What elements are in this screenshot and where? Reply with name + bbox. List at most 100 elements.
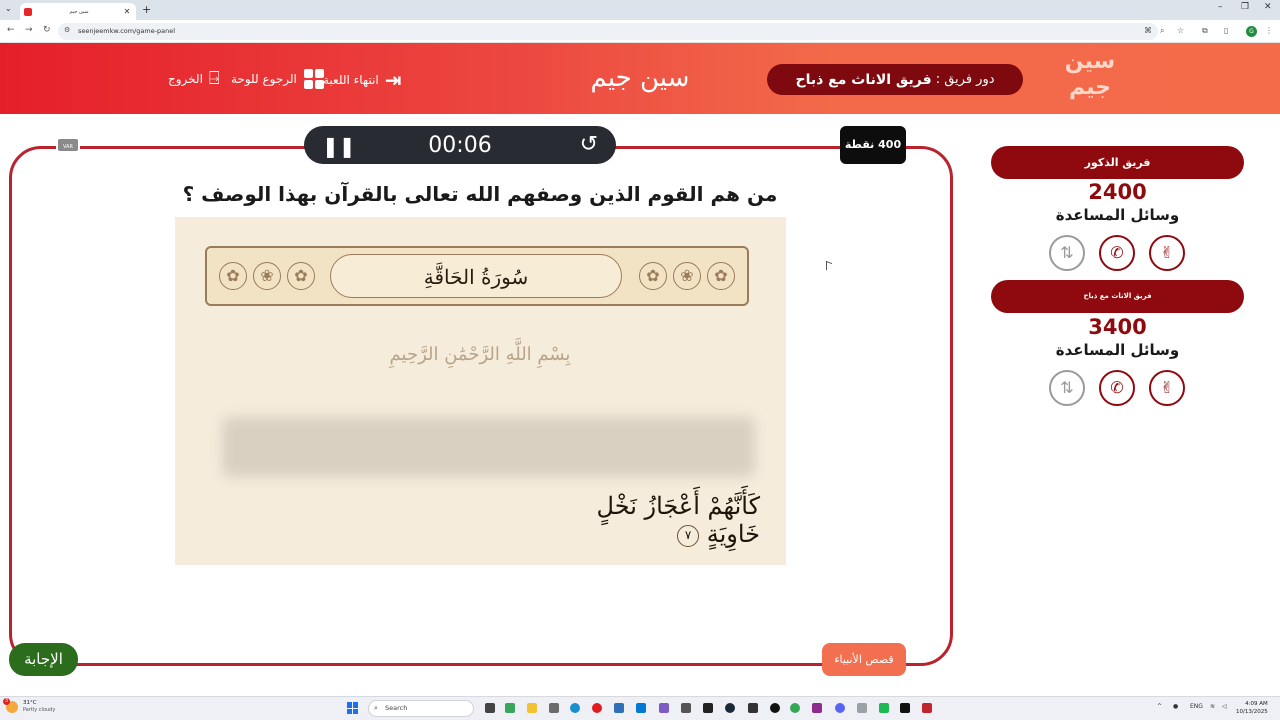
points-badge: 400 نقطة [840,126,906,164]
back-to-board-button[interactable]: الرجوع للوحة [231,68,325,90]
app-icon[interactable] [659,703,669,713]
taskbar-search[interactable]: ⌕ Search [368,700,474,717]
team-score-1: 2400 [1088,180,1147,204]
translate-icon[interactable]: ⌘ [1144,26,1152,35]
window-close-icon[interactable]: ✕ [1264,2,1272,12]
app-icon[interactable] [681,703,691,713]
language-indicator[interactable]: ENG [1190,703,1203,710]
terminal-icon[interactable] [703,703,713,713]
app-icon[interactable] [636,703,646,713]
url-text: seenjeemkw.com/game-panel [78,27,176,35]
app-icon[interactable] [812,703,822,713]
end-game-label: انتهاء اللعبة [323,73,379,87]
question-image: ✿ ❀ ✿ سُورَةُ الحَاقَّةِ ✿ ❀ ✿ بِسْمِ ال… [175,217,786,565]
aids-label-1: وسائل المساعدة [1055,206,1180,224]
app-icon[interactable] [505,703,515,713]
app-icon[interactable] [748,703,758,713]
team-score-2: 3400 [1088,315,1147,339]
aids-label-2: وسائل المساعدة [1055,341,1180,359]
browser-tab[interactable]: سين جيم ✕ [20,3,136,20]
menu-dots-icon[interactable]: ⋮ [1265,26,1273,35]
turn-indicator: دور فريق : فريق الاناث مع ذباح [767,64,1023,95]
minimize-icon[interactable]: – [1218,2,1223,12]
browser-tabstrip: ⌄ سين جيم ✕ + – ❐ ✕ [0,0,1280,20]
weather-desc: Partly cloudy [23,707,56,713]
wifi-icon[interactable]: ≋ [1210,703,1215,710]
ornament-icon: ✿ [287,262,315,290]
app-icon[interactable] [770,703,780,713]
answer-button[interactable]: الإجابة [9,643,78,676]
app-icon[interactable] [549,703,559,713]
app-icon[interactable] [857,703,867,713]
address-bar[interactable]: ⚙ seenjeemkw.com/game-panel [58,23,1158,40]
double-points-aid-icon[interactable]: ✌ [1149,235,1185,271]
switch-aid-icon[interactable]: ⇅ [1049,235,1085,271]
maximize-icon[interactable]: ❐ [1241,2,1249,12]
ornament-icon: ✿ [639,262,667,290]
zoom-icon[interactable]: ⌕ [1160,26,1164,36]
turn-team: فريق الاناث مع ذباح [795,71,932,88]
switch-aid-icon[interactable]: ⇅ [1049,370,1085,406]
exit-button[interactable]: ⍈ الخروج [168,68,220,89]
exit-door-icon: ⍈ [208,68,220,89]
end-game-icon: ⇥ [384,68,402,92]
ornament-icon: ✿ [707,262,735,290]
end-game-button[interactable]: ⇥ انتهاء اللعبة [323,68,402,92]
task-view-icon[interactable] [485,703,495,713]
app-icon[interactable] [614,703,624,713]
weather-temp: 31°C [23,700,37,706]
bookmark-star-icon[interactable]: ☆ [1177,26,1184,35]
app-icon[interactable] [879,703,889,713]
call-friend-aid-icon[interactable]: ✆ [1099,370,1135,406]
category-button[interactable]: قصص الأنبياء [822,643,906,676]
reload-icon[interactable]: ↻ [43,25,51,35]
discord-icon[interactable] [835,703,845,713]
verse-text: كَأَنَّهُمْ أَعْجَازُ نَخْلٍ خَاوِيَةٍ ٧ [545,492,760,548]
browser-toolbar: ← → ↻ ⚙ seenjeemkw.com/game-panel ⌘ ⌕ ☆ … [0,20,1280,43]
ornament-icon: ❀ [673,262,701,290]
blurred-verse [222,417,755,477]
sidepanel-icon[interactable]: ▯ [1224,26,1228,35]
restart-timer-icon[interactable]: ↺ [580,132,598,157]
file-explorer-icon[interactable] [527,703,537,713]
double-points-aid-icon[interactable]: ✌ [1149,370,1185,406]
team-name-1: فريق الذكور [991,146,1244,179]
team-name-2: فريق الاناث مع ذباح [991,280,1244,313]
forward-icon[interactable]: → [25,25,33,35]
question-text: من هم القوم الذين وصفهم الله تعالى بالقر… [182,182,778,206]
search-icon: ⌕ [374,704,378,712]
tray-chevron-icon[interactable]: ^ [1157,703,1162,710]
tab-title: سين جيم [69,8,89,15]
steam-icon[interactable] [725,703,735,713]
app-header: سين جيم دور فريق : فريق الاناث مع ذباح س… [0,43,1280,114]
edge-icon[interactable] [570,703,580,713]
tab-search-icon[interactable]: ⌄ [5,4,12,13]
turn-label: دور فريق : [935,72,995,87]
weather-icon: 3 [3,698,18,713]
extensions-icon[interactable]: ⧉ [1202,26,1208,36]
app-icon[interactable] [900,703,910,713]
ornament-icon: ✿ [219,262,247,290]
volume-icon[interactable]: ◁ [1222,703,1227,710]
grid-icon [303,68,325,90]
logo-line1: سين [1064,49,1116,74]
clock-date: 10/13/2025 [1236,709,1268,715]
site-info-icon[interactable]: ⚙ [64,26,70,34]
basmala-text: بِسْمِ اللَّهِ الرَّحْمَٰنِ الرَّحِيمِ [389,344,571,365]
weather-widget[interactable]: 3 31°C Partly cloudy [3,698,56,714]
exit-label: الخروج [168,71,203,86]
new-tab-button[interactable]: + [142,3,151,16]
tab-close-icon[interactable]: ✕ [122,7,132,16]
notification-badge: 3 [3,698,10,705]
var-badge[interactable]: VAR [56,137,80,153]
timer-value: 00:06 [428,133,492,158]
clock[interactable]: 4:09 AM 10/13/2025 [1236,700,1268,716]
call-friend-aid-icon[interactable]: ✆ [1099,235,1135,271]
app-icon[interactable] [922,703,932,713]
start-button[interactable] [347,702,359,714]
chrome-icon[interactable] [790,703,800,713]
profile-avatar[interactable]: G [1246,26,1257,37]
microphone-icon[interactable]: ● [1173,703,1178,710]
back-icon[interactable]: ← [7,25,15,35]
opera-icon[interactable] [592,703,602,713]
